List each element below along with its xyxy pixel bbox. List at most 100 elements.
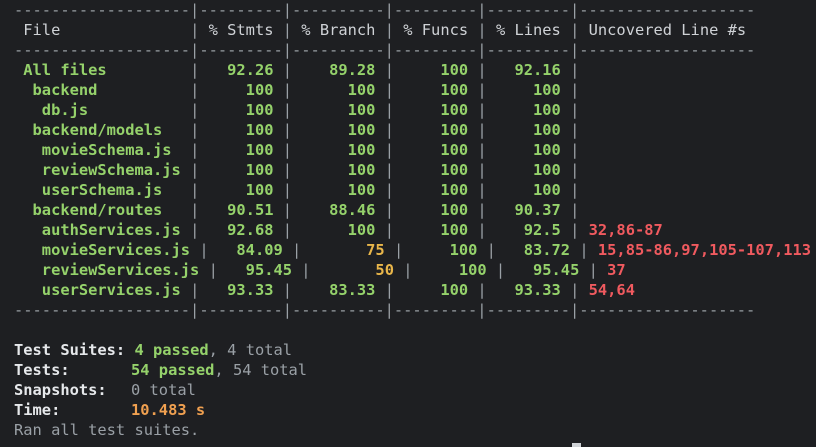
column-divider: |	[477, 221, 487, 239]
column-divider: |	[190, 181, 200, 199]
coverage-table: -------------------|---------|----------…	[14, 0, 816, 320]
cell: 88.46	[292, 201, 385, 219]
cell: 54,64	[579, 281, 635, 299]
table-row: movieSchema.js | 100 | 100 | 100 | 100 |	[14, 140, 816, 160]
column-divider: |	[477, 121, 487, 139]
column-divider: |	[384, 281, 394, 299]
cell: 15,85-86,97,105-107,113	[588, 241, 812, 259]
cell: backend	[14, 81, 191, 99]
cell	[579, 81, 588, 99]
column-divider: |	[570, 121, 580, 139]
column-divider: |	[282, 161, 293, 179]
cell: reviewSchema.js	[14, 161, 191, 179]
column-divider: |	[384, 121, 394, 139]
cell: 32,86-87	[579, 221, 663, 239]
column-divider: |	[190, 121, 200, 139]
cell: 100	[292, 81, 385, 99]
cell: 100	[393, 101, 478, 119]
cell: 93.33	[199, 281, 283, 299]
column-divider: |	[570, 181, 580, 199]
summary-time: Time: 10.483 s	[14, 401, 206, 419]
cell: 92.5	[486, 221, 571, 239]
cell: % Stmts	[199, 21, 283, 39]
cell: All files	[14, 61, 191, 79]
cell	[579, 141, 588, 159]
column-divider: |	[579, 241, 589, 259]
table-row: backend | 100 | 100 | 100 | 100 |	[14, 80, 816, 100]
column-divider: |	[570, 101, 580, 119]
column-divider: |	[384, 181, 394, 199]
cell: 100	[292, 101, 385, 119]
cell: db.js	[14, 101, 191, 119]
cell: 100	[393, 221, 478, 239]
column-divider: |	[384, 221, 394, 239]
cell: File	[14, 21, 191, 39]
column-divider: |	[282, 81, 293, 99]
ran-all-message: Ran all test suites.	[14, 421, 200, 439]
table-separator-bottom: -------------------|---------|----------…	[14, 301, 756, 319]
column-divider: |	[199, 241, 209, 259]
column-divider: |	[190, 281, 200, 299]
cell: 100	[393, 281, 478, 299]
cell: 92.16	[486, 61, 571, 79]
table-separator-header: -------------------|---------|----------…	[14, 41, 756, 59]
cell: 50	[310, 261, 404, 279]
column-divider: |	[384, 201, 394, 219]
cell: 100	[393, 201, 478, 219]
terminal-window[interactable]: -------------------|---------|----------…	[0, 0, 816, 447]
cell: 100	[292, 121, 385, 139]
column-divider: |	[403, 261, 413, 279]
column-divider: |	[282, 141, 293, 159]
column-divider: |	[282, 201, 293, 219]
column-divider: |	[477, 181, 487, 199]
cell: 100	[393, 181, 478, 199]
column-divider: |	[477, 141, 487, 159]
column-divider: |	[190, 101, 200, 119]
column-divider: |	[570, 141, 580, 159]
table-row: reviewServices.js | 95.45 | 50 | 100 | 9…	[14, 260, 816, 280]
cell: 100	[393, 81, 478, 99]
cell: userSchema.js	[14, 181, 191, 199]
table-row: authServices.js | 92.68 | 100 | 100 | 92…	[14, 220, 816, 240]
column-divider: |	[588, 261, 598, 279]
cell: reviewServices.js	[14, 261, 209, 279]
cell: authServices.js	[14, 221, 191, 239]
cell: userServices.js	[14, 281, 191, 299]
cell: 100	[486, 181, 571, 199]
cell: 83.72	[495, 241, 580, 259]
table-row: movieServices.js | 84.09 | 75 | 100 | 83…	[14, 240, 816, 260]
cell: 100	[486, 121, 571, 139]
column-divider: |	[282, 181, 293, 199]
cell: % Lines	[486, 21, 571, 39]
column-divider: |	[282, 101, 293, 119]
table-row: userServices.js | 93.33 | 83.33 | 100 | …	[14, 280, 816, 300]
column-divider: |	[570, 61, 580, 79]
cell: 100	[486, 81, 571, 99]
cell: 95.45	[505, 261, 589, 279]
summary-test-suites: Test Suites: 4 passed, 4 total	[14, 341, 293, 359]
cell: % Funcs	[393, 21, 478, 39]
column-divider: |	[393, 241, 404, 259]
column-divider: |	[570, 81, 580, 99]
column-divider: |	[477, 61, 487, 79]
summary-tests: Tests: 54 passed, 54 total	[14, 361, 308, 379]
cell: 100	[292, 141, 385, 159]
column-divider: |	[190, 161, 200, 179]
cell: 84.09	[208, 241, 293, 259]
column-divider: |	[570, 201, 580, 219]
column-divider: |	[570, 281, 580, 299]
cell: 90.51	[199, 201, 283, 219]
cell: 100	[199, 121, 283, 139]
column-divider: |	[282, 121, 293, 139]
cell: 100	[486, 161, 571, 179]
cell: backend/models	[14, 121, 191, 139]
cell: 83.33	[292, 281, 385, 299]
column-divider: |	[190, 201, 200, 219]
cell: 100	[393, 61, 478, 79]
cell	[579, 161, 588, 179]
column-divider: |	[570, 221, 580, 239]
column-divider: |	[570, 161, 580, 179]
table-row: backend/models | 100 | 100 | 100 | 100 |	[14, 120, 816, 140]
cell	[579, 61, 588, 79]
